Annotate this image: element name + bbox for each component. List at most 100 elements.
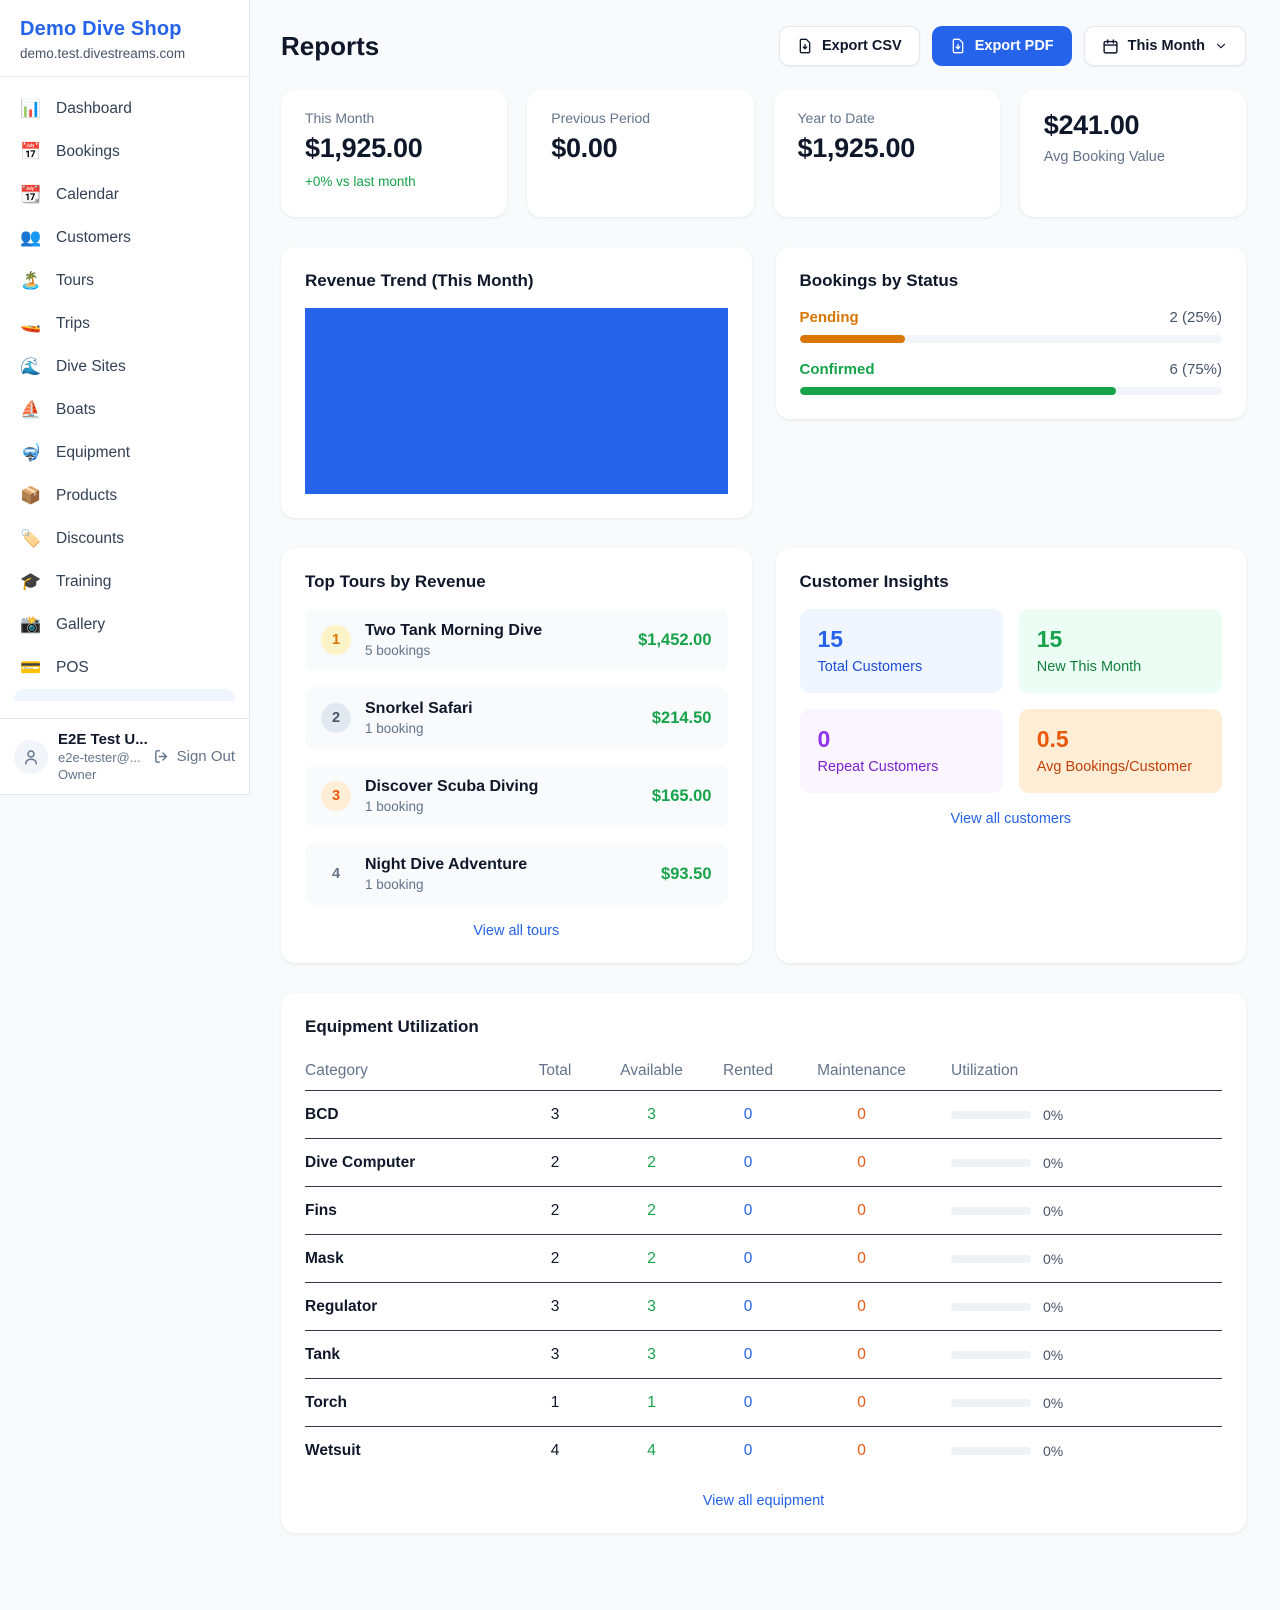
cell-utilization: 0% (925, 1443, 1222, 1459)
status-row-confirmed: Confirmed 6 (75%) (800, 361, 1223, 395)
view-all-equipment-link[interactable]: View all equipment (305, 1493, 1222, 1509)
sidebar-item-discounts[interactable]: 🏷️ Discounts (0, 517, 249, 560)
stat-card-year-to-date: Year to Date $1,925.00 (774, 90, 1000, 217)
tour-name: Snorkel Safari (365, 700, 638, 718)
tour-bookings: 5 bookings (365, 643, 624, 658)
rank-badge: 3 (321, 781, 351, 811)
sidebar-item-boats[interactable]: ⛵ Boats (0, 388, 249, 431)
stat-label: Avg Booking Value (1044, 149, 1222, 165)
sidebar-item-trips[interactable]: 🚤 Trips (0, 302, 249, 345)
sidebar: Demo Dive Shop demo.test.divestreams.com… (0, 0, 250, 795)
sign-out-button[interactable]: Sign Out (153, 748, 235, 765)
status-row-pending: Pending 2 (25%) (800, 309, 1223, 343)
revenue-trend-card: Revenue Trend (This Month) (281, 247, 752, 518)
cell-utilization: 0% (925, 1251, 1222, 1267)
sidebar-item-customers[interactable]: 👥 Customers (0, 216, 249, 259)
sidebar-item-label: Boats (56, 401, 96, 419)
rank-badge: 2 (321, 703, 351, 733)
cell-available: 1 (605, 1394, 698, 1412)
list-item[interactable]: 2 Snorkel Safari 1 booking $214.50 (305, 687, 728, 749)
progress-track (800, 335, 1223, 343)
dashboard-icon: 📊 (20, 99, 42, 119)
tour-name: Two Tank Morning Dive (365, 622, 624, 640)
products-icon: 📦 (20, 486, 42, 506)
equipment-utilization-card: Equipment Utilization Category Total Ava… (281, 993, 1246, 1533)
stat-card-avg-booking-value: $241.00 Avg Booking Value (1020, 90, 1246, 217)
cell-rented: 0 (698, 1154, 798, 1172)
user-role: Owner (58, 767, 143, 782)
sidebar-item-pos[interactable]: 💳 POS (0, 646, 249, 689)
sidebar-item-label: Bookings (56, 143, 120, 161)
sidebar-item-dive-sites[interactable]: 🌊 Dive Sites (0, 345, 249, 388)
list-item[interactable]: 3 Discover Scuba Diving 1 booking $165.0… (305, 765, 728, 827)
stat-card-this-month: This Month $1,925.00 +0% vs last month (281, 90, 507, 217)
row-lists: Top Tours by Revenue 1 Two Tank Morning … (281, 548, 1246, 963)
cell-maintenance: 0 (798, 1394, 925, 1412)
progress-fill (800, 335, 906, 343)
sidebar-item-calendar[interactable]: 📆 Calendar (0, 173, 249, 216)
insight-value: 0.5 (1037, 726, 1204, 753)
calendar-icon (1102, 38, 1119, 55)
sidebar-item-label: Gallery (56, 616, 105, 634)
table-row: Dive Computer 2 2 0 0 0% (305, 1139, 1222, 1187)
cell-category: Dive Computer (305, 1154, 505, 1172)
sidebar-item-training[interactable]: 🎓 Training (0, 560, 249, 603)
sidebar-item-label: POS (56, 659, 89, 677)
sidebar-item-tours[interactable]: 🏝️ Tours (0, 259, 249, 302)
view-all-tours-link[interactable]: View all tours (305, 923, 728, 939)
list-item[interactable]: 1 Two Tank Morning Dive 5 bookings $1,45… (305, 609, 728, 671)
row-charts: Revenue Trend (This Month) Bookings by S… (281, 247, 1246, 518)
header-actions: Export CSV Export PDF This Month (779, 26, 1246, 66)
table-row: Tank 3 3 0 0 0% (305, 1331, 1222, 1379)
status-count: 2 (25%) (1169, 309, 1222, 326)
sidebar-item-label: Dashboard (56, 100, 132, 118)
list-item[interactable]: 4 Night Dive Adventure 1 booking $93.50 (305, 843, 728, 905)
export-pdf-button[interactable]: Export PDF (932, 26, 1072, 66)
calendar-icon: 📆 (20, 185, 42, 205)
card-title: Top Tours by Revenue (305, 572, 728, 592)
insight-new-this-month: 15 New This Month (1019, 609, 1222, 693)
sidebar-item-label: Products (56, 487, 117, 505)
cell-available: 3 (605, 1106, 698, 1124)
rank-badge: 1 (321, 625, 351, 655)
customers-icon: 👥 (20, 228, 42, 248)
column-header: Maintenance (798, 1062, 925, 1080)
insights-grid: 15 Total Customers 15 New This Month 0 R… (800, 609, 1223, 793)
export-csv-label: Export CSV (822, 38, 902, 54)
stat-value: $0.00 (551, 133, 729, 164)
cell-available: 4 (605, 1442, 698, 1460)
period-dropdown[interactable]: This Month (1084, 26, 1246, 66)
cell-total: 4 (505, 1442, 605, 1460)
sidebar-item-gallery[interactable]: 📸 Gallery (0, 603, 249, 646)
tour-revenue: $165.00 (652, 787, 712, 806)
sidebar-item-reports-active[interactable] (14, 689, 235, 701)
view-all-customers-link[interactable]: View all customers (800, 811, 1223, 827)
insight-value: 0 (818, 726, 985, 753)
insight-label: Repeat Customers (818, 759, 985, 775)
tour-name: Discover Scuba Diving (365, 778, 638, 796)
sidebar-item-dashboard[interactable]: 📊 Dashboard (0, 87, 249, 130)
insight-label: Total Customers (818, 659, 985, 675)
sidebar-nav: 📊 Dashboard 📅 Bookings 📆 Calendar 👥 Cust… (0, 77, 249, 718)
insight-value: 15 (1037, 626, 1204, 653)
sidebar-item-products[interactable]: 📦 Products (0, 474, 249, 517)
stat-value: $1,925.00 (798, 133, 976, 164)
card-title: Revenue Trend (This Month) (305, 271, 728, 291)
cell-utilization: 0% (925, 1395, 1222, 1411)
sidebar-item-bookings[interactable]: 📅 Bookings (0, 130, 249, 173)
sidebar-item-label: Discounts (56, 530, 124, 548)
cell-utilization: 0% (925, 1299, 1222, 1315)
sidebar-item-label: Calendar (56, 186, 119, 204)
cell-category: Mask (305, 1250, 505, 1268)
insight-label: Avg Bookings/Customer (1037, 759, 1204, 775)
export-csv-button[interactable]: Export CSV (779, 26, 920, 66)
column-header: Category (305, 1062, 505, 1080)
boats-icon: ⛵ (20, 400, 42, 420)
period-label: This Month (1128, 38, 1205, 54)
cell-total: 2 (505, 1154, 605, 1172)
table-header-row: Category Total Available Rented Maintena… (305, 1051, 1222, 1091)
cell-maintenance: 0 (798, 1250, 925, 1268)
status-label: Confirmed (800, 361, 875, 378)
sidebar-item-label: Customers (56, 229, 131, 247)
sidebar-item-equipment[interactable]: 🤿 Equipment (0, 431, 249, 474)
